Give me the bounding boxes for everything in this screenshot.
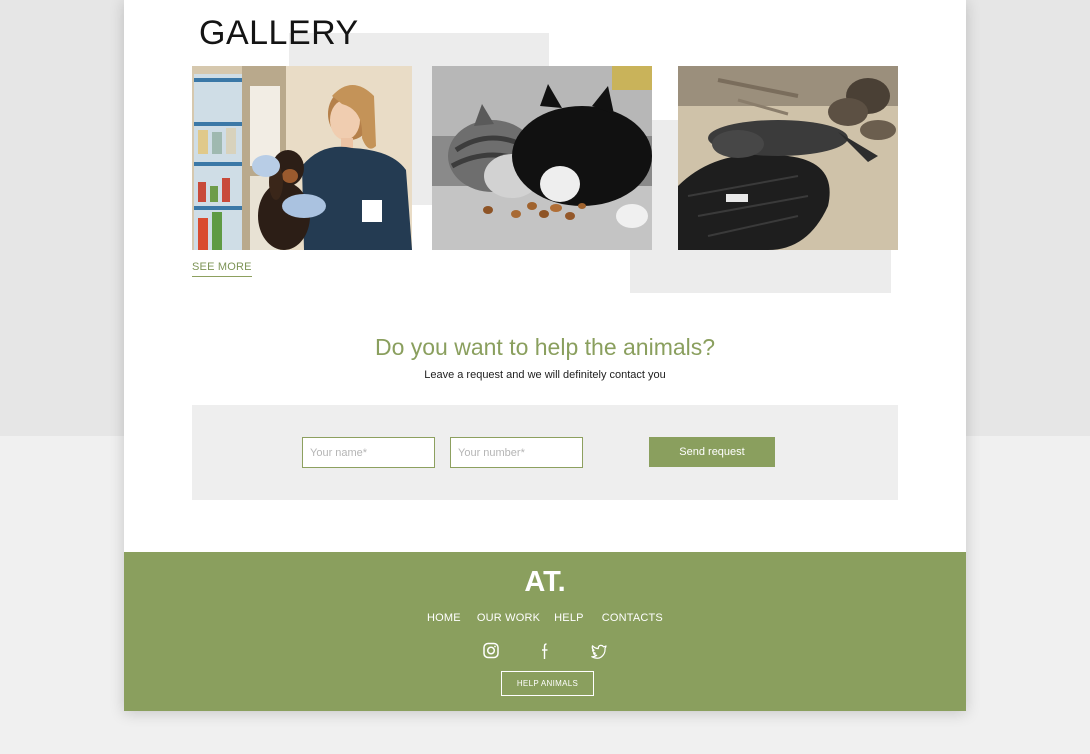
nav-help[interactable]: HELP xyxy=(554,612,584,624)
gallery-photo-cats[interactable] xyxy=(432,66,652,250)
gallery-title: GALLERY xyxy=(199,14,359,52)
help-subtitle: Leave a request and we will definitely c… xyxy=(424,369,666,381)
logo[interactable]: AT. xyxy=(124,566,966,599)
footer: AT. HOME OUR WORK HELP CONTACTS HELP ANI… xyxy=(124,552,966,711)
gallery-photo-vet-dog[interactable] xyxy=(192,66,412,250)
instagram-icon[interactable] xyxy=(481,642,501,660)
twitter-icon[interactable] xyxy=(589,642,609,660)
facebook-icon[interactable] xyxy=(535,642,555,660)
footer-nav: HOME OUR WORK HELP CONTACTS xyxy=(124,612,966,624)
nav-contacts[interactable]: CONTACTS xyxy=(602,612,663,624)
nav-our-work[interactable]: OUR WORK xyxy=(477,612,540,624)
help-title: Do you want to help the animals? xyxy=(374,334,716,360)
content-card: GALLERY SEE MORE Do you want to help the… xyxy=(124,0,966,711)
send-request-button[interactable]: Send request xyxy=(649,437,775,467)
social-links xyxy=(124,642,966,660)
see-more-link[interactable]: SEE MORE xyxy=(192,261,252,277)
name-input[interactable] xyxy=(302,437,435,468)
phone-number-input[interactable] xyxy=(450,437,583,468)
gallery-photo-seal[interactable] xyxy=(678,66,898,250)
request-form: Send request xyxy=(192,405,898,500)
nav-home[interactable]: HOME xyxy=(427,612,461,624)
help-animals-button[interactable]: HELP ANIMALS xyxy=(501,671,594,696)
